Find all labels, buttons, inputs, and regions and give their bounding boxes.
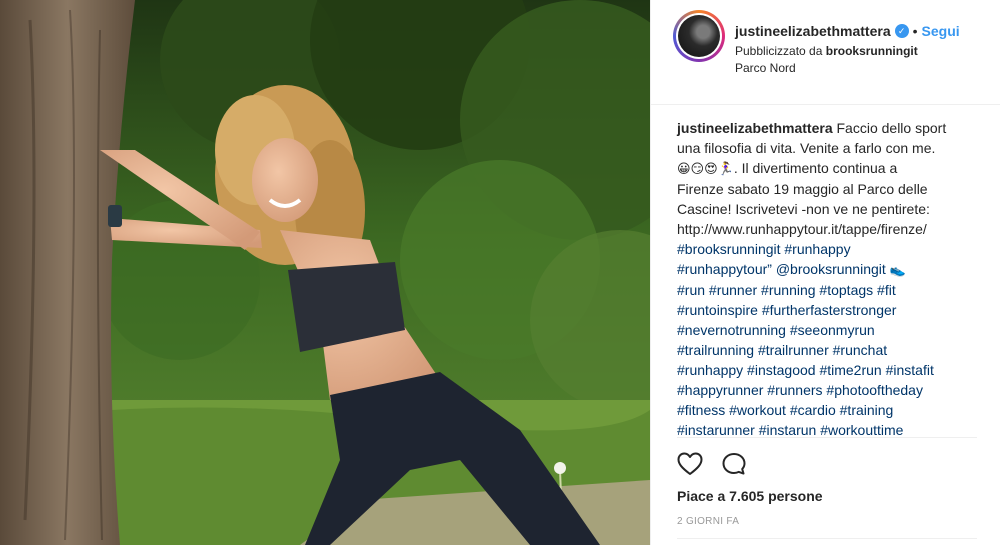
post-timestamp[interactable]: 2 GIORNI FA xyxy=(677,516,739,527)
caption-line: #runhappytour” @brooksrunningit 👟 xyxy=(677,259,977,280)
photo-illustration xyxy=(0,0,650,545)
location-link[interactable]: Parco Nord xyxy=(735,61,796,75)
divider xyxy=(677,538,977,539)
caption-hashtags[interactable]: #runtoinspire #furtherfasterstronger xyxy=(677,300,977,320)
caption-url: http://www.runhappytour.it/tappe/firenze… xyxy=(677,221,927,237)
sponsor-link[interactable]: brooksrunningit xyxy=(826,44,918,58)
username-row: justineelizabethmattera ✓ • Segui xyxy=(735,23,960,39)
username-link[interactable]: justineelizabethmattera xyxy=(735,23,891,39)
caption-line: justineelizabethmattera Faccio dello spo… xyxy=(677,118,977,138)
caption-text: . Il divertimento continua a xyxy=(733,160,898,176)
comment-icon[interactable] xyxy=(721,452,747,476)
caption-hashtags[interactable]: #happyrunner #runners #photooftheday xyxy=(677,380,977,400)
caption-hashtags[interactable]: #run #runner #running #toptags #fit xyxy=(677,280,977,300)
caption-line: 😀😏😍🏃‍♀️. Il divertimento continua a xyxy=(677,158,977,179)
caption-hashtags[interactable]: #brooksrunningit #runhappy xyxy=(677,239,977,259)
caption-hashtags[interactable]: #nevernotrunning #seeonmyrun xyxy=(677,320,977,340)
post-caption: justineelizabethmattera Faccio dello spo… xyxy=(677,118,977,440)
sponsored-line: Pubblicizzato da brooksrunningit xyxy=(735,44,918,58)
divider xyxy=(677,437,977,438)
emoji-group: 😀😏😍🏃‍♀️ xyxy=(677,161,734,176)
post-photo[interactable] xyxy=(0,0,650,545)
caption-line: Firenze sabato 19 maggio al Parco delle xyxy=(677,181,928,197)
mention-link[interactable]: @brooksrunningit xyxy=(776,261,886,277)
heart-icon[interactable] xyxy=(677,452,703,476)
separator-dot: • xyxy=(912,23,918,39)
caption-username[interactable]: justineelizabethmattera xyxy=(677,120,833,136)
sponsored-prefix: Pubblicizzato da xyxy=(735,44,823,58)
caption-line: Cascine! Iscrivetevi -non ve ne pentiret… xyxy=(677,201,930,217)
post-details-panel: justineelizabethmattera ✓ • Segui Pubbli… xyxy=(650,0,1000,545)
follow-button[interactable]: Segui xyxy=(922,23,960,39)
caption-line: una filosofia di vita. Venite a farlo co… xyxy=(677,140,936,156)
avatar[interactable] xyxy=(673,10,725,62)
avatar-frame xyxy=(676,13,722,59)
caption-hashtags[interactable]: #runhappy #instagood #time2run #instafit xyxy=(677,360,977,380)
likes-count[interactable]: Piace a 7.605 persone xyxy=(677,488,823,504)
caption-text: Faccio dello sport xyxy=(836,120,947,136)
caption-hashtags[interactable]: #fitness #workout #cardio #training xyxy=(677,400,977,420)
caption-hashtags[interactable]: #trailrunning #trailrunner #runchat xyxy=(677,340,977,360)
hashtag-link[interactable]: #runhappytour” xyxy=(677,261,772,277)
post-header: justineelizabethmattera ✓ • Segui Pubbli… xyxy=(651,0,1000,105)
avatar-image xyxy=(678,15,720,57)
verified-badge-icon: ✓ xyxy=(894,24,909,38)
shoe-emoji: 👟 xyxy=(889,262,906,277)
